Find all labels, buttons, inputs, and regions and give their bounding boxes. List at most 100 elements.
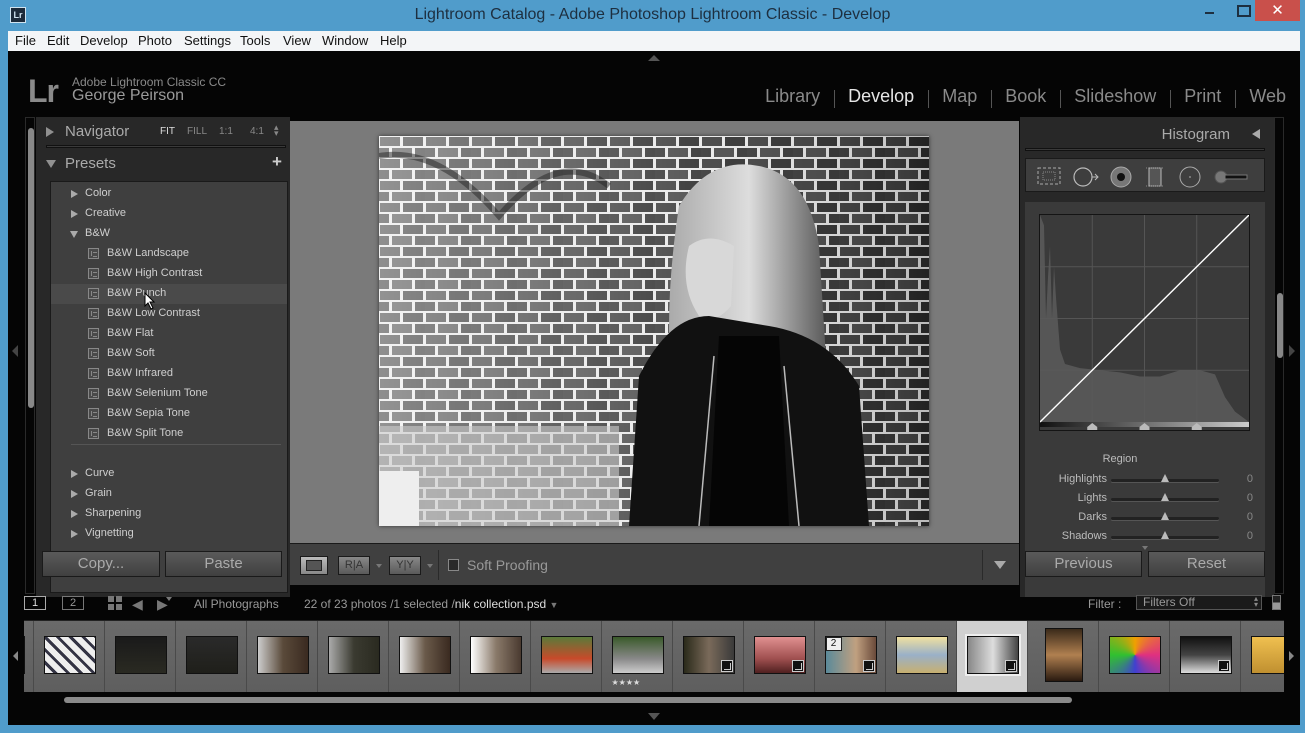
photo-thumbnail[interactable] xyxy=(327,636,380,674)
right-panel-scrollbar[interactable] xyxy=(1274,117,1284,594)
preset-folder-grain[interactable]: Grain xyxy=(51,484,287,504)
before-after-swap-menu-icon[interactable] xyxy=(427,564,433,568)
scrollbar-thumb[interactable] xyxy=(1277,293,1283,358)
close-button[interactable]: ✕ xyxy=(1255,0,1300,21)
module-develop[interactable]: Develop xyxy=(834,86,928,108)
preset-item[interactable]: B&W High Contrast xyxy=(51,264,287,284)
filter-lock-toggle[interactable] xyxy=(1272,595,1281,610)
zoom-fit[interactable]: FIT xyxy=(160,126,175,137)
show-filmstrip-arrow-icon[interactable] xyxy=(648,713,660,720)
loupe-view-button[interactable] xyxy=(300,556,328,575)
filmstrip-cell[interactable] xyxy=(744,621,815,692)
soft-proofing-checkbox[interactable] xyxy=(448,559,459,571)
filmstrip-scrollbar[interactable] xyxy=(64,697,1072,703)
slider-value[interactable]: 0 xyxy=(1247,473,1253,485)
graduated-filter-icon[interactable] xyxy=(1146,166,1164,188)
preset-item[interactable]: B&W Sepia Tone xyxy=(51,404,287,424)
zoom-fill[interactable]: FILL xyxy=(187,126,207,137)
filmstrip-cell[interactable] xyxy=(176,621,247,692)
tone-curve-svg[interactable] xyxy=(1039,214,1250,430)
filmstrip-cell[interactable] xyxy=(1028,621,1099,692)
photo-thumbnail[interactable] xyxy=(1108,636,1161,674)
module-slideshow[interactable]: Slideshow xyxy=(1060,86,1170,108)
maximize-button[interactable] xyxy=(1228,0,1258,22)
photo-thumbnail[interactable] xyxy=(895,636,948,674)
filmstrip-scroll-right-icon[interactable] xyxy=(1289,651,1294,661)
photo-thumbnail[interactable] xyxy=(1250,636,1284,674)
filmstrip-cell[interactable] xyxy=(531,621,602,692)
before-after-menu-icon[interactable] xyxy=(376,564,382,568)
histogram-expand-triangle-icon[interactable] xyxy=(1252,129,1260,139)
filmstrip-cell-selected[interactable] xyxy=(957,621,1028,692)
main-photo[interactable] xyxy=(379,136,929,526)
filmstrip-cell[interactable] xyxy=(673,621,744,692)
red-eye-icon[interactable] xyxy=(1110,166,1132,188)
photo-thumbnail[interactable] xyxy=(256,636,309,674)
menu-photo[interactable]: Photo xyxy=(138,33,172,48)
expand-triangle-icon[interactable] xyxy=(46,127,54,137)
minimize-button[interactable] xyxy=(1195,0,1225,22)
filmstrip-cell[interactable] xyxy=(34,621,105,692)
menu-settings[interactable]: Settings xyxy=(184,33,231,48)
filmstrip-cell[interactable] xyxy=(886,621,957,692)
filmstrip-source[interactable]: All Photographs xyxy=(194,597,279,611)
secondary-screen-button[interactable]: 2 xyxy=(62,596,84,610)
adjustment-brush-icon[interactable] xyxy=(1212,166,1252,188)
photo-thumbnail[interactable] xyxy=(185,636,238,674)
photo-thumbnail[interactable] xyxy=(469,636,522,674)
filmstrip-cell[interactable]: ★★★★ xyxy=(602,621,673,692)
filmstrip-cell[interactable] xyxy=(1241,621,1284,692)
menu-window[interactable]: Window xyxy=(322,33,368,48)
preset-item[interactable]: B&W Flat xyxy=(51,324,287,344)
scrollbar-thumb[interactable] xyxy=(28,128,34,408)
filter-select[interactable]: Filters Off ▴ ▾ xyxy=(1136,595,1262,610)
preset-folder-color[interactable]: Color xyxy=(51,184,287,204)
slider-value[interactable]: 0 xyxy=(1247,511,1253,523)
develop-adjusted-badge-icon[interactable] xyxy=(862,660,875,672)
zoom-stepper-icon[interactable]: ▴ ▾ xyxy=(274,123,279,138)
menu-view[interactable]: View xyxy=(283,33,311,48)
preset-folder-sharpening[interactable]: Sharpening xyxy=(51,504,287,524)
slider-knob[interactable] xyxy=(1161,474,1169,482)
slider-knob[interactable] xyxy=(1161,531,1169,539)
preset-item[interactable]: B&W Selenium Tone xyxy=(51,384,287,404)
toolbar-options-chevron-icon[interactable] xyxy=(994,561,1006,569)
menu-tools[interactable]: Tools xyxy=(240,33,270,48)
preset-item[interactable]: B&W Infrared xyxy=(51,364,287,384)
add-preset-icon[interactable]: + xyxy=(272,152,282,172)
photo-thumbnail[interactable] xyxy=(1044,628,1083,682)
menu-edit[interactable]: Edit xyxy=(47,33,69,48)
preset-folder-bw[interactable]: B&W xyxy=(51,224,287,244)
slider-knob[interactable] xyxy=(1161,512,1169,520)
navigator-header[interactable]: Navigator FIT FILL 1:1 4:1 ▴ ▾ xyxy=(36,117,290,148)
stack-count-badge[interactable]: 2 xyxy=(825,637,842,651)
tone-curve-graph[interactable] xyxy=(1039,214,1250,431)
photo-count-status[interactable]: 22 of 23 photos /1 selected /nik collect… xyxy=(304,597,558,611)
spot-removal-icon[interactable] xyxy=(1072,166,1102,188)
source-menu-chevron-icon[interactable]: ▼ xyxy=(550,600,559,610)
photo-thumbnail[interactable] xyxy=(114,636,167,674)
preset-item[interactable]: B&W Soft xyxy=(51,344,287,364)
filmstrip-cell[interactable] xyxy=(1170,621,1241,692)
photo-thumbnail[interactable] xyxy=(398,636,451,674)
image-canvas[interactable] xyxy=(290,121,1019,543)
zoom-1-1[interactable]: 1:1 xyxy=(219,126,233,137)
module-map[interactable]: Map xyxy=(928,86,991,108)
next-photo-arrow-icon[interactable]: ▶ xyxy=(157,596,168,613)
filmstrip-scroll-left-icon[interactable] xyxy=(13,651,18,661)
slider-value[interactable]: 0 xyxy=(1247,492,1253,504)
menu-file[interactable]: File xyxy=(15,33,36,48)
crop-overlay-icon[interactable] xyxy=(1036,166,1062,186)
filmstrip-cell[interactable] xyxy=(389,621,460,692)
previous-button[interactable]: Previous xyxy=(1025,551,1142,577)
filmstrip-cell[interactable] xyxy=(318,621,389,692)
slider-knob[interactable] xyxy=(1161,493,1169,501)
photo-thumbnail[interactable] xyxy=(540,636,593,674)
before-after-left-right-button[interactable]: R|A xyxy=(338,556,370,575)
filmstrip-cell[interactable] xyxy=(460,621,531,692)
filmstrip-cell[interactable] xyxy=(247,621,318,692)
photo-thumbnail[interactable] xyxy=(43,636,96,674)
show-top-panel-arrow-icon[interactable] xyxy=(648,55,660,61)
copy-button[interactable]: Copy... xyxy=(42,551,160,577)
preset-item[interactable]: B&W Landscape xyxy=(51,244,287,264)
